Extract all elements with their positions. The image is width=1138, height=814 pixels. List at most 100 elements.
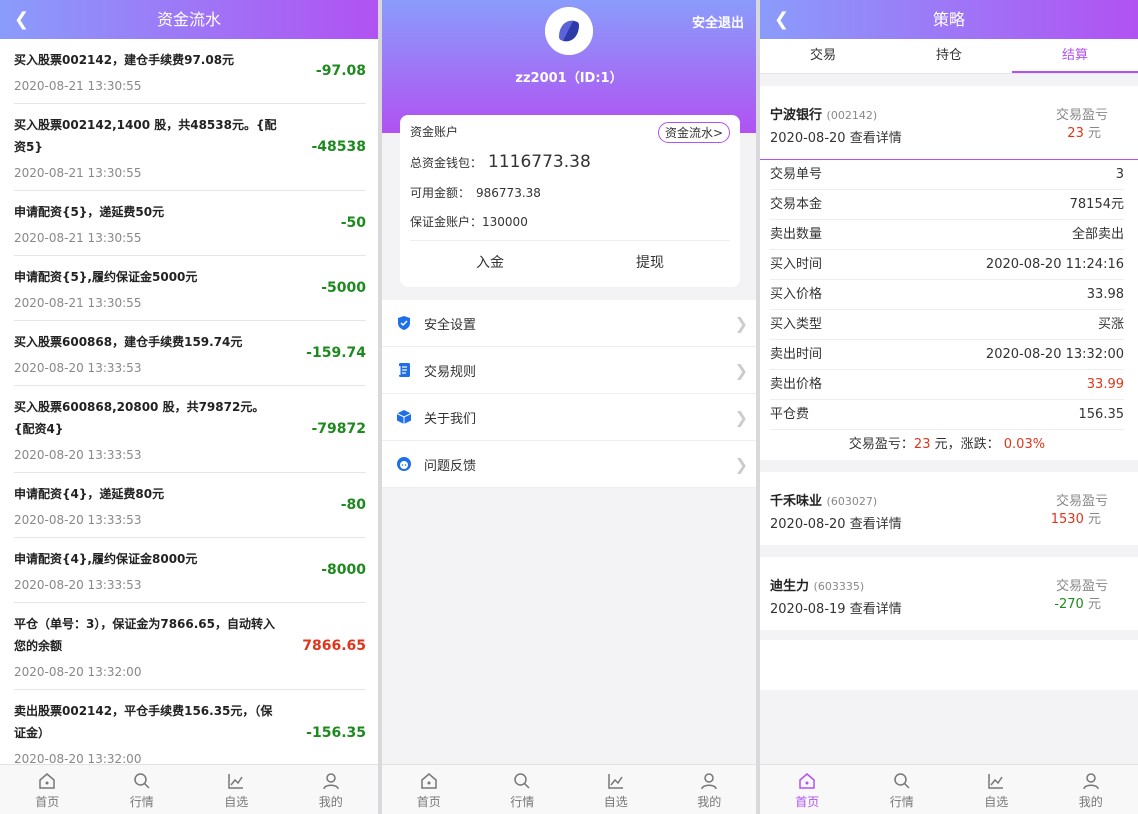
user-icon (1083, 773, 1099, 790)
list-item: 买入股票002142,1400 股，共48538元。{配资5} 2020-08-… (14, 104, 366, 191)
tab-label: 首页 (416, 795, 441, 809)
menu-item-security[interactable]: 安全设置 ❯ (382, 300, 756, 347)
available-label: 可用金额： (410, 186, 471, 200)
view-detail-link[interactable]: 查看详情 (850, 602, 902, 617)
view-detail-link[interactable]: 查看详情 (850, 131, 902, 146)
fund-flow-header: ❮ 资金流水 (0, 0, 378, 39)
list-item: 申请配资{5}，递延费50元 2020-08-21 13:30:55 -50 (14, 191, 366, 256)
feedback-icon (397, 457, 411, 471)
tab-mine[interactable]: 我的 (663, 765, 757, 814)
menu-item-about[interactable]: 关于我们 ❯ (382, 394, 756, 441)
flow-time: 2020-08-21 13:30:55 (14, 166, 142, 180)
avatar (545, 7, 593, 55)
detail-row: 交易单号 3 (770, 160, 1124, 190)
tab-market[interactable]: 行情 (476, 765, 570, 814)
deposit-button[interactable]: 入金 (410, 241, 570, 285)
tab-watchlist[interactable]: 自选 (189, 765, 284, 814)
view-detail-link[interactable]: 查看详情 (850, 517, 902, 532)
search-icon (514, 773, 530, 789)
tab-label: 行情 (889, 795, 914, 809)
logout-button[interactable]: 安全退出 (692, 12, 744, 31)
flow-amount: -159.74 (306, 345, 366, 361)
tab-mine[interactable]: 我的 (284, 765, 379, 814)
total-balance-row: 总资金钱包： 1116773.38 (410, 152, 730, 172)
list-item: 申请配资{4},履约保证金8000元 2020-08-20 13:33:53 -… (14, 538, 366, 603)
page-title: 策略 (932, 10, 965, 29)
pl-value: -270 元 (1054, 597, 1101, 612)
flow-description: 申请配资{5},履约保证金5000元 (14, 270, 198, 284)
stock-name: 千禾味业 (603027) (770, 494, 878, 509)
menu-item-rules[interactable]: 交易规则 ❯ (382, 347, 756, 394)
stock-code: (603335) (813, 580, 865, 593)
tab-trade[interactable]: 交易 (760, 39, 886, 73)
flow-time: 2020-08-21 13:30:55 (14, 79, 142, 93)
detail-row: 买入时间 2020-08-20 11:24:16 (770, 250, 1124, 280)
tab-label: 我的 (1078, 795, 1103, 809)
bottom-tabbar: 首页 行情 自选 我的 (0, 764, 378, 814)
chart-icon (988, 774, 1004, 789)
menu-label: 安全设置 (424, 317, 477, 333)
flow-amount: -156.35 (306, 725, 366, 741)
profile-header: 安全退出 zz2001（ID:1） (382, 0, 756, 133)
back-icon[interactable]: ❮ (14, 0, 29, 39)
tab-holdings[interactable]: 持仓 (886, 39, 1012, 73)
flow-time: 2020-08-21 13:30:55 (14, 296, 142, 310)
tab-market[interactable]: 行情 (95, 765, 190, 814)
tab-settlement[interactable]: 结算 (1012, 39, 1138, 73)
detail-row: 卖出时间 2020-08-20 13:32:00 (770, 340, 1124, 370)
flow-time: 2020-08-20 13:32:00 (14, 665, 142, 679)
home-icon (421, 773, 437, 789)
flow-time: 2020-08-20 13:33:53 (14, 448, 142, 462)
tab-watchlist[interactable]: 自选 (949, 765, 1044, 814)
tab-label: 我的 (697, 795, 722, 809)
tab-home[interactable]: 首页 (382, 765, 476, 814)
chart-icon (228, 774, 244, 789)
fund-flow-button[interactable]: 资金流水> (657, 122, 730, 143)
settlement-card[interactable]: 千禾味业 (603027) 2020-08-20 查看详情 交易盈亏 1530 … (760, 472, 1138, 545)
tab-market[interactable]: 行情 (855, 765, 950, 814)
username: zz2001（ID:1） (515, 71, 623, 86)
flow-amount: -8000 (321, 562, 366, 578)
tab-label: 首页 (795, 795, 820, 809)
stock-name: 迪生力 (603335) (770, 579, 865, 594)
stock-name: 宁波银行 (002142) (770, 108, 878, 123)
detail-row: 交易本金 78154元 (770, 190, 1124, 220)
tab-label: 行情 (129, 795, 154, 809)
tab-mine[interactable]: 我的 (1044, 765, 1138, 814)
detail-row: 卖出数量 全部卖出 (770, 220, 1124, 250)
settlement-card[interactable]: 宁波银行 (002142) 2020-08-20 查看详情 交易盈亏 23 元 (760, 86, 1138, 159)
pl-value: 1530 元 (1050, 512, 1101, 527)
strategy-header: ❮ 策略 (760, 0, 1138, 39)
flow-description: 买入股票600868，建仓手续费159.74元 (14, 335, 243, 349)
flow-description: 卖出股票002142，平仓手续费156.35元，（保证金） (14, 704, 273, 740)
home-icon (39, 773, 55, 789)
available-row: 可用金额： 986773.38 (410, 184, 730, 201)
flow-amount: -80 (340, 497, 366, 513)
settlement-detail: 交易单号 3 交易本金 78154元 卖出数量 全部卖出 买入时间 2020-08-20… (760, 159, 1138, 460)
cube-icon (396, 410, 412, 424)
user-icon (323, 773, 339, 790)
back-icon[interactable]: ❮ (774, 0, 789, 39)
flow-amount: -79872 (311, 421, 366, 437)
chevron-right-icon: ❯ (734, 360, 748, 380)
settlement-date: 2020-08-19 查看详情 (770, 602, 902, 617)
fund-flow-list[interactable]: 买入股票002142，建仓手续费97.08元 2020-08-21 13:30:… (0, 39, 378, 764)
detail-row: 卖出价格 33.99 (770, 370, 1124, 400)
menu-item-feedback[interactable]: 问题反馈 ❯ (382, 441, 756, 488)
detail-summary: 交易盈亏：23 元，涨跌： 0.03% (848, 437, 1046, 452)
tab-label: 自选 (603, 795, 628, 809)
tab-label: 自选 (984, 795, 1009, 809)
flow-amount: 7866.65 (302, 638, 366, 654)
withdraw-button[interactable]: 提现 (570, 241, 730, 285)
tab-home[interactable]: 首页 (0, 765, 95, 814)
settlement-card[interactable]: 迪生力 (603335) 2020-08-19 查看详情 交易盈亏 -270 元 (760, 557, 1138, 630)
tab-home[interactable]: 首页 (760, 765, 855, 814)
flow-description: 买入股票002142，建仓手续费97.08元 (14, 53, 235, 67)
settlement-date: 2020-08-20 查看详情 (770, 517, 902, 532)
flow-amount: -50 (340, 215, 366, 231)
stock-code: (603027) (826, 495, 878, 508)
pl-label: 交易盈亏 (1055, 108, 1108, 123)
tab-watchlist[interactable]: 自选 (569, 765, 663, 814)
stock-code: (002142) (826, 109, 878, 122)
account-actions: 入金 提现 (410, 240, 730, 285)
